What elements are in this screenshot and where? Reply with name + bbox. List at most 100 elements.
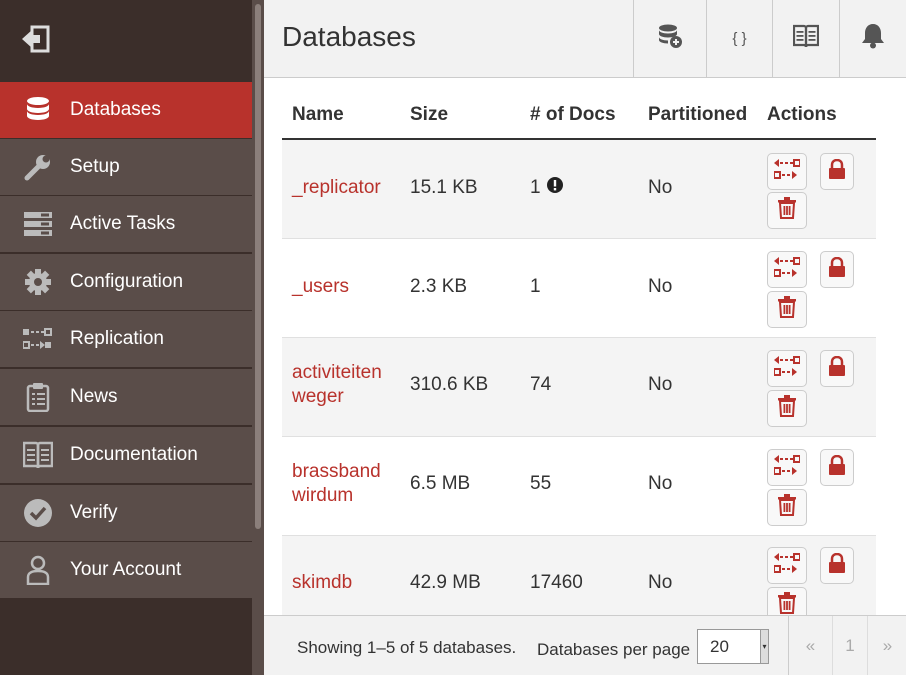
sidebar-item-documentation[interactable]: Documentation [0, 426, 252, 483]
column-header-name[interactable]: Name [292, 104, 344, 126]
lock-icon [829, 454, 845, 480]
sidebar-item-label: Configuration [70, 271, 184, 292]
database-name-link[interactable]: _users [292, 275, 402, 299]
sidebar-item-verify[interactable]: Verify [0, 484, 252, 541]
database-permissions-button[interactable] [820, 449, 854, 486]
replication-icon [773, 553, 801, 578]
delete-database-button[interactable] [767, 390, 807, 427]
sidebar-item-label: Setup [70, 156, 120, 177]
database-doc-count: 1 [530, 176, 563, 200]
replication-icon [773, 356, 801, 381]
user-icon [22, 554, 54, 586]
sidebar-item-label: Your Account [70, 559, 182, 580]
table-row: _replicator 15.1 KB 1 No [282, 140, 876, 239]
table-row: skimdb 42.9 MB 17460 No [282, 536, 876, 615]
sidebar-item-label: News [70, 386, 118, 407]
warning-icon[interactable] [546, 176, 563, 200]
sidebar-item-configuration[interactable]: Configuration [0, 253, 252, 310]
lock-icon [829, 552, 845, 578]
doc-count-value: 1 [530, 177, 541, 198]
database-size: 6.5 MB [410, 473, 471, 494]
column-header-partitioned[interactable]: Partitioned [648, 104, 747, 126]
sidebar-scrollbar[interactable] [252, 0, 264, 675]
delete-database-button[interactable] [767, 192, 807, 229]
sidebar: Databases Setup Active Tasks Configurati… [0, 0, 252, 675]
trash-icon [778, 592, 796, 615]
page-title: Databases [282, 21, 416, 52]
pagination-page-1[interactable]: 1 [832, 616, 868, 675]
per-page-select[interactable]: 20 ▾ [697, 629, 769, 664]
replicate-database-button[interactable] [767, 449, 807, 486]
replication-icon [773, 159, 801, 184]
page-header: Databases { } [264, 0, 906, 78]
pagination-summary: Showing 1–5 of 5 databases. [297, 638, 517, 657]
sidebar-item-news[interactable]: News [0, 368, 252, 425]
per-page-label: Databases per page [537, 640, 691, 659]
docs-button[interactable] [772, 0, 839, 77]
database-partitioned: No [648, 374, 673, 395]
table-row: brassband wirdum 6.5 MB 55 No [282, 437, 876, 536]
scrollbar-thumb[interactable] [255, 4, 261, 529]
database-size: 42.9 MB [410, 572, 481, 593]
database-partitioned: No [648, 276, 673, 297]
trash-icon [778, 494, 796, 521]
database-partitioned: No [648, 572, 673, 593]
replicate-database-button[interactable] [767, 251, 807, 288]
database-doc-count: 17460 [530, 572, 583, 593]
replicate-database-button[interactable] [767, 153, 807, 190]
sidebar-item-label: Active Tasks [70, 213, 176, 234]
database-permissions-button[interactable] [820, 251, 854, 288]
json-button[interactable]: { } [706, 0, 772, 77]
database-size: 2.3 KB [410, 276, 468, 297]
bell-icon [861, 23, 885, 54]
database-doc-count: 74 [530, 374, 552, 395]
replication-icon [22, 323, 54, 355]
sidebar-item-label: Databases [70, 99, 161, 120]
per-page-value: 20 [710, 637, 729, 656]
replication-icon [773, 455, 801, 480]
notifications-button[interactable] [839, 0, 906, 77]
pagination-prev-button[interactable]: « [789, 616, 832, 675]
table-row: activiteiten weger 310.6 KB 74 No [282, 338, 876, 437]
trash-icon [778, 296, 796, 323]
gear-icon [22, 266, 54, 298]
book-icon [22, 439, 54, 471]
database-name-link[interactable]: brassband wirdum [292, 460, 402, 508]
database-name-link[interactable]: activiteiten weger [292, 361, 402, 409]
database-name-link[interactable]: _replicator [292, 176, 402, 200]
sidebar-brand [0, 0, 252, 81]
lock-icon [829, 158, 845, 184]
pagination-next-button[interactable]: » [868, 616, 906, 675]
column-header-size[interactable]: Size [410, 104, 448, 126]
sidebar-item-label: Verify [70, 502, 118, 523]
column-header-docs[interactable]: # of Docs [530, 104, 616, 126]
sidebar-item-label: Replication [70, 328, 164, 349]
create-database-button[interactable] [633, 0, 706, 77]
lock-icon [829, 355, 845, 381]
replicate-database-button[interactable] [767, 547, 807, 584]
delete-database-button[interactable] [767, 587, 807, 615]
collapse-sidebar-icon[interactable] [20, 25, 52, 53]
database-doc-count: 1 [530, 276, 541, 297]
trash-icon [778, 197, 796, 224]
sidebar-item-your-account[interactable]: Your Account [0, 541, 252, 598]
database-size: 310.6 KB [410, 374, 489, 395]
table-row: _users 2.3 KB 1 No [282, 239, 876, 338]
replicate-database-button[interactable] [767, 350, 807, 387]
delete-database-button[interactable] [767, 489, 807, 526]
trash-icon [778, 395, 796, 422]
database-doc-count: 55 [530, 473, 552, 494]
database-partitioned: No [648, 473, 673, 494]
sidebar-item-databases[interactable]: Databases [0, 81, 252, 138]
check-circle-icon [22, 497, 54, 529]
database-name-link[interactable]: skimdb [292, 571, 402, 595]
sidebar-item-replication[interactable]: Replication [0, 310, 252, 367]
delete-database-button[interactable] [767, 291, 807, 328]
sidebar-item-active-tasks[interactable]: Active Tasks [0, 195, 252, 252]
database-permissions-button[interactable] [820, 153, 854, 190]
database-permissions-button[interactable] [820, 350, 854, 387]
sidebar-item-setup[interactable]: Setup [0, 138, 252, 195]
database-add-icon [657, 23, 683, 54]
database-permissions-button[interactable] [820, 547, 854, 584]
lock-icon [829, 256, 845, 282]
